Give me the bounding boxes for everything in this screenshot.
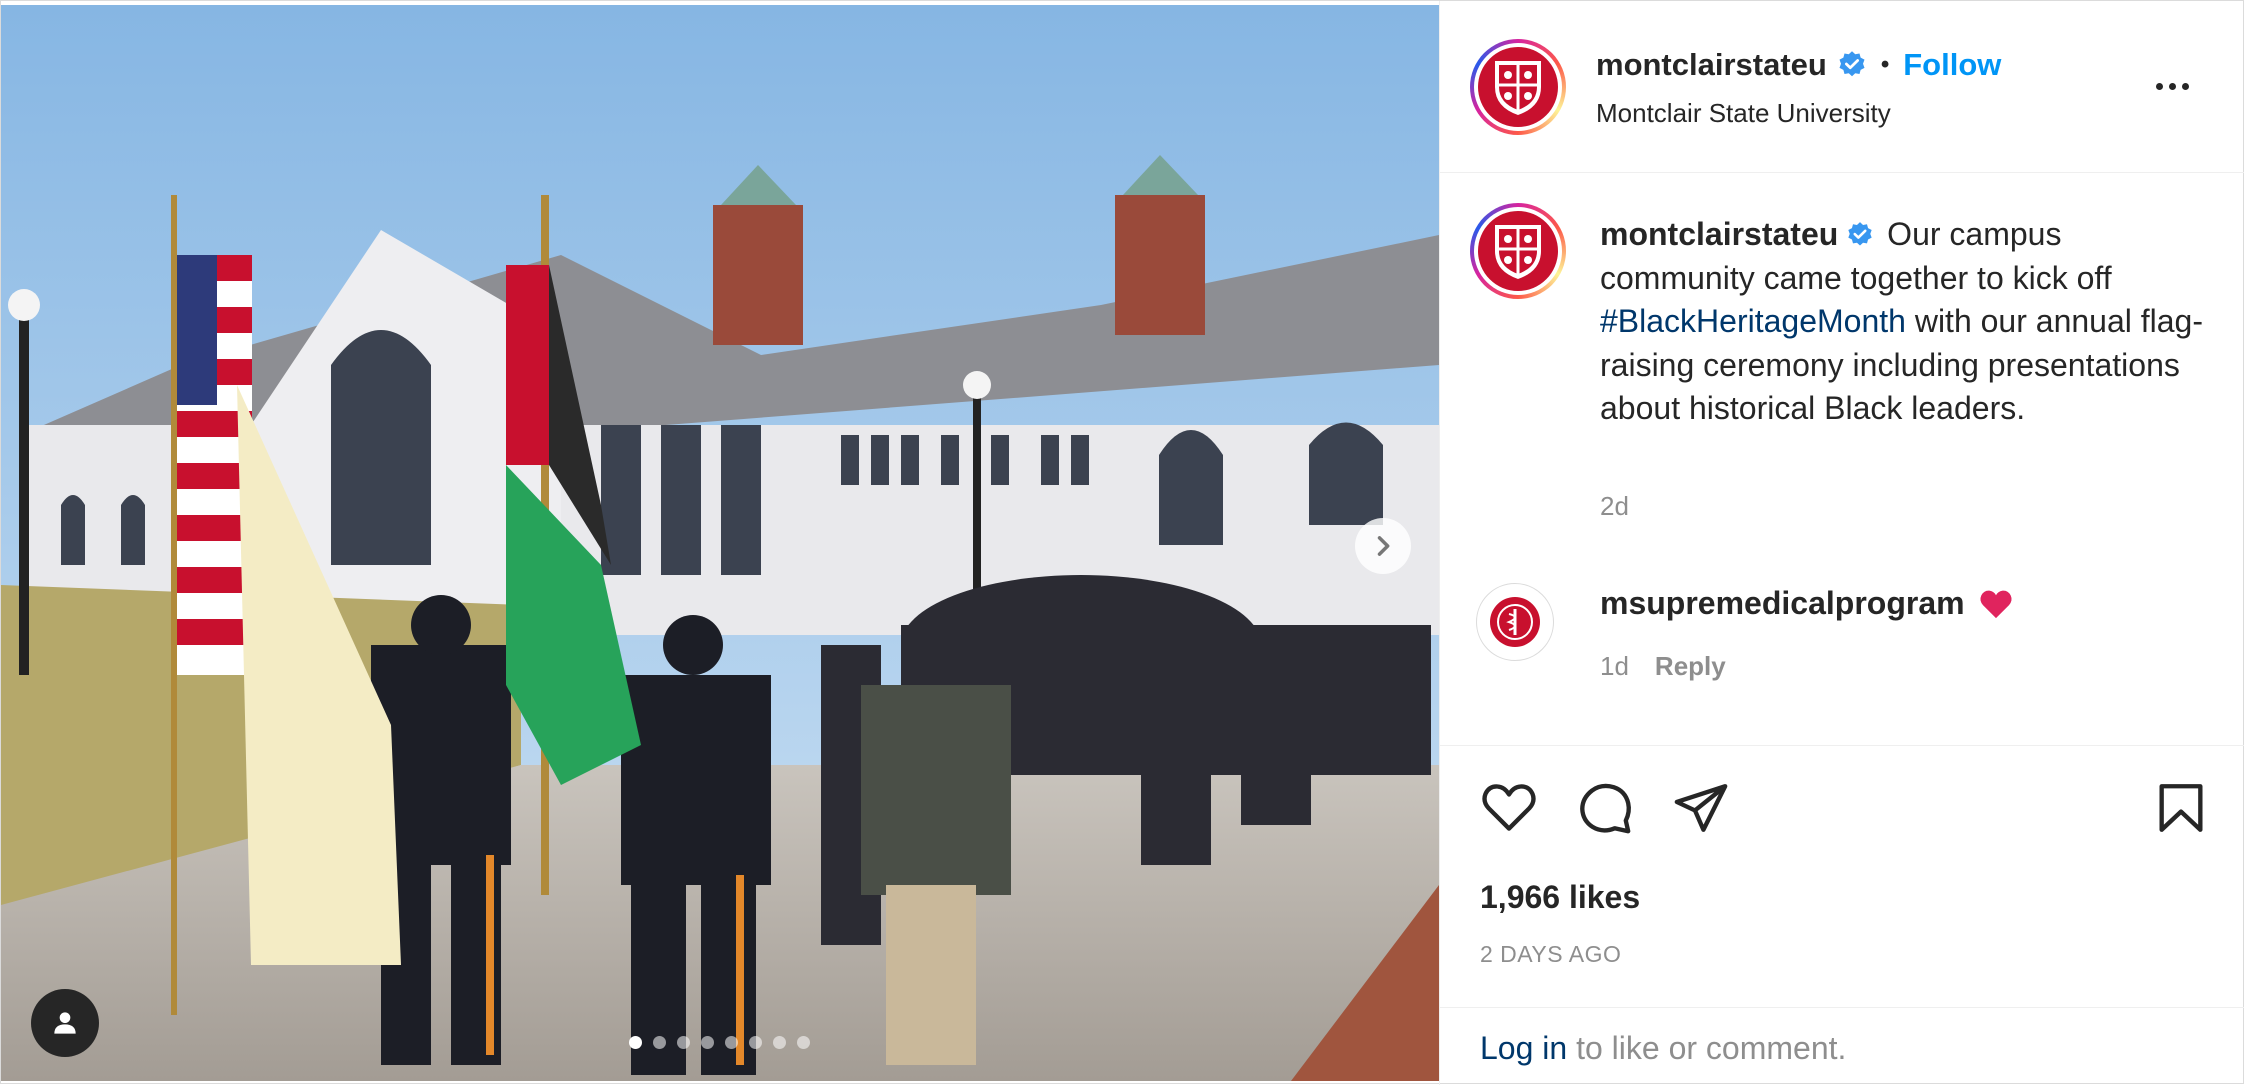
- login-prompt: Log in to like or comment.: [1480, 1030, 1846, 1067]
- divider: [1440, 1007, 2244, 1008]
- caption-username[interactable]: montclairstateu: [1600, 216, 1838, 252]
- carousel-dot: [701, 1036, 714, 1049]
- carousel-dot: [629, 1036, 642, 1049]
- comment-button[interactable]: [1576, 779, 1636, 839]
- comment-timestamp: 1d: [1600, 651, 1629, 681]
- post-sidebar: montclairstateu • Follow Montclair State…: [1439, 1, 2244, 1085]
- post-date[interactable]: 2 DAYS AGO: [1480, 941, 1621, 968]
- comment-row: msupremedicalprogram: [1600, 585, 2013, 622]
- share-button[interactable]: [1672, 779, 1732, 839]
- reply-button[interactable]: Reply: [1655, 651, 1726, 682]
- caption-timestamp[interactable]: 2d: [1600, 491, 1629, 522]
- carousel-dot: [653, 1036, 666, 1049]
- header-avatar[interactable]: [1470, 39, 1566, 135]
- post-header: montclairstateu • Follow Montclair State…: [1440, 1, 2244, 173]
- carousel-dot: [773, 1036, 786, 1049]
- bookmark-icon: [2159, 784, 2203, 832]
- carousel-dot: [749, 1036, 762, 1049]
- carousel-dot: [725, 1036, 738, 1049]
- comment-avatar[interactable]: [1476, 583, 1554, 661]
- follow-button[interactable]: Follow: [1903, 47, 2001, 83]
- verified-badge-icon: [1846, 221, 1874, 249]
- chevron-right-icon: [1377, 536, 1390, 556]
- login-prompt-text: to like or comment.: [1567, 1030, 1847, 1066]
- university-shield-icon: [1478, 47, 1558, 127]
- caption-avatar[interactable]: [1470, 203, 1566, 299]
- red-heart-emoji-icon: [1979, 588, 2013, 620]
- comment-username[interactable]: msupremedicalprogram: [1600, 585, 1965, 622]
- header-subtitle: Montclair State University: [1596, 98, 1891, 128]
- save-button[interactable]: [2152, 779, 2212, 839]
- more-options-button[interactable]: [2156, 83, 2189, 90]
- more-options-icon: [2156, 83, 2163, 90]
- tagged-users-button[interactable]: [31, 989, 99, 1057]
- header-username-row: montclairstateu • Follow: [1596, 47, 2001, 83]
- carousel-dot: [797, 1036, 810, 1049]
- like-button[interactable]: [1480, 779, 1540, 839]
- carousel-indicator: [629, 1036, 810, 1049]
- caption-text: montclairstateu Our campus community cam…: [1600, 213, 2220, 431]
- likes-count[interactable]: 1,966 likes: [1480, 879, 1640, 916]
- paper-plane-icon: [1674, 784, 1728, 832]
- hashtag-link[interactable]: #BlackHeritageMonth: [1600, 303, 1906, 339]
- action-bar: [1480, 779, 2210, 839]
- header-separator: •: [1880, 51, 1890, 78]
- campus-photo-illustration: [1, 5, 1439, 1081]
- verified-badge-icon: [1837, 50, 1867, 80]
- heart-outline-icon: [1482, 784, 1536, 831]
- header-username[interactable]: montclairstateu: [1596, 47, 1827, 83]
- medical-program-logo-icon: [1490, 597, 1540, 647]
- next-slide-button[interactable]: [1355, 518, 1411, 574]
- divider: [1440, 745, 2244, 746]
- instagram-post: montclairstateu • Follow Montclair State…: [0, 0, 2244, 1085]
- user-tag-icon: [54, 1012, 76, 1034]
- post-photo[interactable]: [1, 5, 1439, 1081]
- login-link[interactable]: Log in: [1480, 1030, 1567, 1066]
- carousel-dot: [677, 1036, 690, 1049]
- comment-bubble-icon: [1580, 783, 1631, 834]
- comment-meta: 1d Reply: [1600, 651, 1726, 682]
- university-shield-icon: [1478, 211, 1558, 291]
